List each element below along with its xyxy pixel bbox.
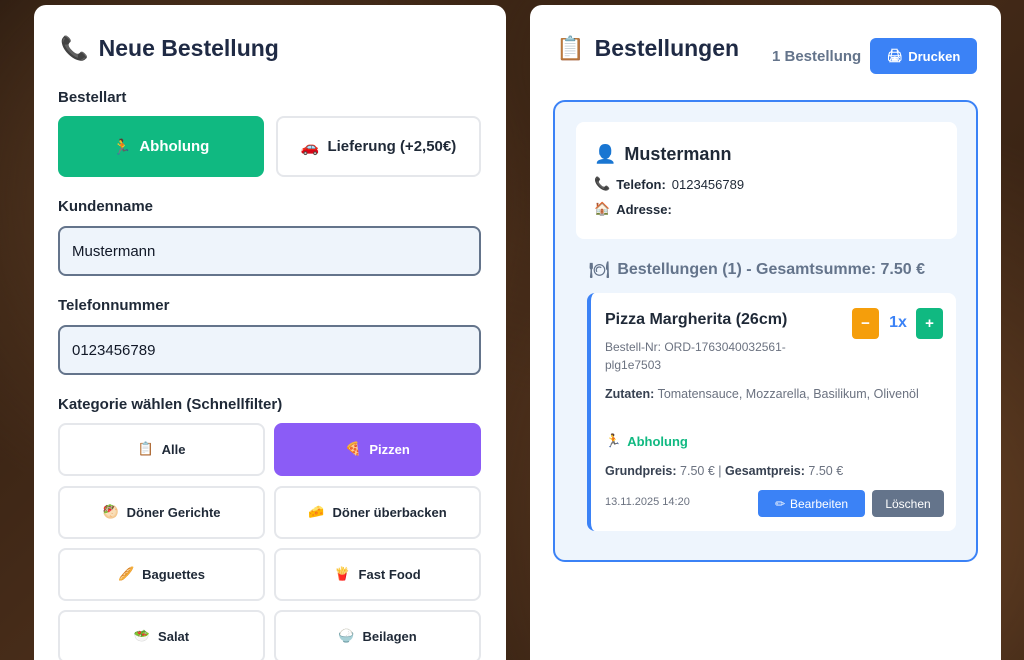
order-card: Pizza Margherita (26cm) Bestell-Nr: ORD-… (587, 293, 956, 531)
print-button[interactable]: 🖨 Drucken (870, 38, 977, 74)
ingredients-label: Zutaten: (605, 387, 655, 401)
category-label-salat: Salat (158, 629, 190, 644)
order-count: 1 Bestellung (772, 48, 862, 65)
quantity-value: 1x (889, 314, 907, 331)
orders-title: 📋 Bestellungen (556, 35, 739, 62)
order-timestamp: 13.11.2025 14:20 (605, 496, 690, 508)
house-icon: 🏠 (594, 202, 611, 217)
customer-orders-box: 👤 Mustermann 📞 Telefon: 0123456789 🏠 Adr… (553, 100, 978, 562)
clipboard-icon: 📋 (137, 442, 154, 457)
orders-panel: 📋 Bestellungen 1 Bestellung 🖨 Drucken 👤 … (530, 5, 1001, 660)
new-order-title: 📞 Neue Bestellung (60, 35, 279, 62)
category-label-baguettes: Baguettes (142, 567, 206, 582)
baguette-icon: 🥖 (117, 567, 135, 582)
order-number: Bestell-Nr: ORD-1763040032561-plg1e7503 (605, 340, 786, 372)
category-label-doener-gerichte: Döner Gerichte (126, 505, 221, 520)
delivery-label: Lieferung (+2,50€) (327, 138, 457, 155)
price-separator: | (718, 464, 722, 478)
stuffed-flatbread-icon: 🥙 (102, 505, 119, 520)
category-doener-gerichte-button[interactable]: 🥙 Döner Gerichte (58, 486, 265, 539)
print-label: Drucken (908, 48, 961, 64)
customer-name: 👤 Mustermann (594, 144, 731, 165)
category-all-button[interactable]: 📋 Alle (58, 423, 265, 476)
fries-icon: 🍟 (334, 567, 351, 582)
category-label-beilagen: Beilagen (362, 629, 417, 644)
orders-heading: 🍽 Bestellungen (1) - Gesamtsumme: 7.50 € (589, 260, 925, 279)
order-type-badge: 🏃 Abholung (605, 434, 688, 449)
category-label-pizzen: Pizzen (369, 442, 410, 457)
order-ingredients: Zutaten: Tomatensauce, Mozzarella, Basil… (605, 384, 935, 405)
phone-label: Telefonnummer (58, 297, 170, 314)
pickup-label: Abholung (139, 138, 210, 155)
telephone-receiver-icon: 📞 (60, 36, 89, 62)
new-order-panel: 📞 Neue Bestellung Bestellart 🏃 Abholung … (34, 5, 506, 660)
car-icon: 🚗 (300, 137, 320, 156)
edit-label: Bearbeiten (790, 496, 849, 511)
person-icon: 👤 (594, 144, 617, 165)
runner-icon: 🏃 (112, 137, 132, 156)
pizza-icon: 🍕 (345, 442, 362, 457)
order-type-text: Abholung (627, 434, 688, 449)
customer-address-label: Adresse: (616, 202, 672, 217)
customer-name-text: Mustermann (624, 144, 732, 164)
pencil-icon: ✏ (774, 496, 785, 511)
salad-icon: 🥗 (133, 629, 151, 644)
delete-order-button[interactable]: Löschen (872, 490, 944, 517)
total-price-label: Gesamtpreis: (725, 464, 805, 478)
category-doener-ueberbacken-button[interactable]: 🧀 Döner überbacken (274, 486, 481, 539)
phone-input[interactable] (58, 325, 481, 375)
customer-address: 🏠 Adresse: (594, 202, 678, 217)
category-label-doener-ueberbacken: Döner überbacken (332, 505, 447, 520)
runner-icon: 🏃 (605, 434, 622, 449)
telephone-receiver-icon: 📞 (594, 177, 611, 192)
category-salat-button[interactable]: 🥗 Salat (58, 610, 265, 660)
edit-order-button[interactable]: ✏ Bearbeiten (758, 490, 865, 517)
category-label-all: Alle (161, 442, 186, 457)
ingredients-value: Tomatensauce, Mozzarella, Basilikum, Oli… (657, 387, 919, 401)
total-price-value: 7.50 € (808, 464, 844, 478)
category-label-fast-food: Fast Food (358, 567, 421, 582)
cheese-icon: 🧀 (308, 505, 325, 520)
order-item-title: Pizza Margherita (26cm) (605, 311, 788, 328)
orders-title-text: Bestellungen (594, 35, 740, 61)
order-prices: Grundpreis: 7.50 € | Gesamtpreis: 7.50 € (605, 464, 843, 478)
orders-heading-text: Bestellungen (1) - Gesamtsumme: 7.50 € (617, 260, 925, 278)
category-fast-food-button[interactable]: 🍟 Fast Food (274, 548, 481, 601)
customer-phone-value: 0123456789 (671, 177, 745, 192)
customer-name-label: Kundenname (58, 198, 154, 215)
order-type-delivery-button[interactable]: 🚗 Lieferung (+2,50€) (276, 116, 481, 177)
base-price-value: 7.50 € (680, 464, 715, 478)
printer-icon: 🖨 (886, 48, 904, 64)
order-type-label: Bestellart (58, 89, 127, 106)
customer-card: 👤 Mustermann 📞 Telefon: 0123456789 🏠 Adr… (576, 122, 957, 239)
base-price-label: Grundpreis: (605, 464, 677, 478)
category-baguettes-button[interactable]: 🥖 Baguettes (58, 548, 265, 601)
category-pizzen-button[interactable]: 🍕 Pizzen (274, 423, 481, 476)
customer-name-input[interactable] (58, 226, 481, 276)
fork-knife-plate-icon: 🍽 (589, 260, 610, 279)
new-order-title-text: Neue Bestellung (98, 35, 279, 61)
category-label: Kategorie wählen (Schnellfilter) (58, 396, 283, 413)
order-type-pickup-button[interactable]: 🏃 Abholung (58, 116, 264, 177)
quantity-decrease-button[interactable]: − (852, 308, 879, 339)
category-beilagen-button[interactable]: 🍚 Beilagen (274, 610, 481, 660)
rice-icon: 🍚 (338, 629, 355, 644)
customer-phone: 📞 Telefon: 0123456789 (594, 177, 744, 192)
customer-phone-label: Telefon: (616, 177, 666, 192)
quantity-increase-button[interactable]: + (916, 308, 943, 339)
clipboard-icon: 📋 (556, 36, 585, 62)
